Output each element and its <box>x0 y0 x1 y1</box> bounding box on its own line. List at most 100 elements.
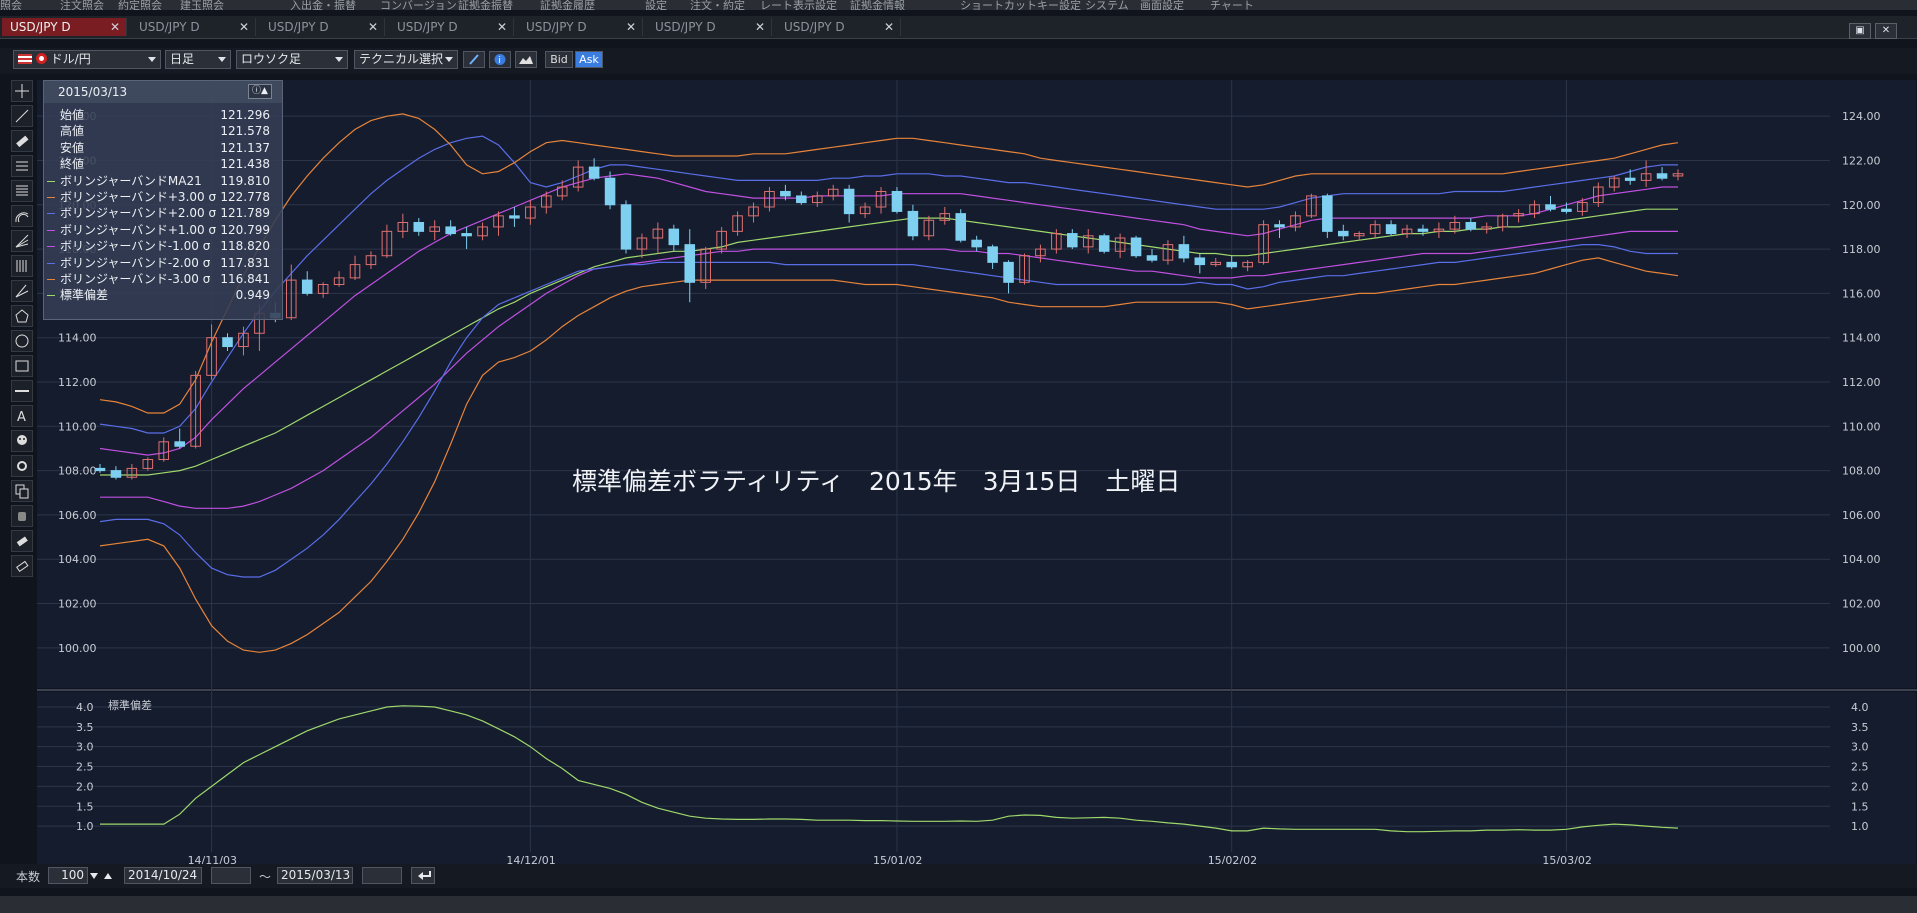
candle-body <box>971 239 982 248</box>
info-label: ボリンジャーバンド-3.00 σ <box>60 271 211 286</box>
y-tick-label: 120.00 <box>1842 199 1881 212</box>
candle-body <box>604 177 616 206</box>
y-tick-label: 118.00 <box>1842 243 1881 256</box>
sub-y-tick-label: 3.0 <box>1851 741 1869 754</box>
info-label: ボリンジャーバンド-2.00 σ <box>60 255 211 270</box>
count-input[interactable]: 100 <box>48 867 88 884</box>
candle-body <box>1178 244 1190 259</box>
series-swatch <box>47 295 55 297</box>
y-tick-label-left: 100.00 <box>58 642 97 655</box>
info-value: 121.789 <box>220 206 270 221</box>
subpanel-label: 標準偏差 <box>108 699 152 712</box>
info-row: 高値 121.578 <box>44 123 282 139</box>
main-panel-bg <box>37 80 1916 688</box>
info-label: 終値 <box>60 157 85 172</box>
y-tick-label: 122.00 <box>1842 154 1881 167</box>
info-value: 121.137 <box>220 140 270 155</box>
info-value: 117.831 <box>220 255 270 270</box>
series-swatch <box>47 213 55 215</box>
candle-body <box>588 166 600 179</box>
info-label: ボリンジャーバンド+2.00 σ <box>60 206 217 221</box>
series-swatch <box>47 196 55 198</box>
y-tick-label-left: 104.00 <box>58 553 97 566</box>
range-bar: 本数 100 2014/10/24 ～ 2015/03/13 <box>0 864 1917 888</box>
info-row: ボリンジャーバンド+1.00 σ 120.799 <box>44 222 282 238</box>
info-label: 安値 <box>60 140 85 155</box>
sub-y-tick-label: 3.5 <box>1851 721 1869 734</box>
sub-y-tick-label-left: 2.0 <box>76 780 94 793</box>
info-value: 121.438 <box>220 157 270 172</box>
candle-body <box>955 213 967 241</box>
candle-body <box>1194 257 1206 266</box>
candle-body <box>668 228 680 246</box>
candle-body <box>780 190 791 197</box>
info-row: 標準偏差 0.949 <box>44 287 282 303</box>
info-row: ボリンジャーバンド-1.00 σ 118.820 <box>44 238 282 254</box>
y-tick-label-left: 110.00 <box>58 420 97 433</box>
candle-body <box>987 246 998 263</box>
candle-body <box>1067 233 1078 248</box>
sub-y-tick-label: 2.0 <box>1851 780 1869 793</box>
candle-body <box>1130 237 1142 257</box>
candle-body <box>1385 224 1397 235</box>
info-toggle-icon[interactable]: ⓘ▲ <box>248 84 272 99</box>
candle-body <box>1322 195 1333 232</box>
price-chart[interactable]: 124.00124.00122.00122.00120.00120.00118.… <box>0 0 1917 913</box>
candle-body <box>413 221 425 232</box>
sub-y-tick-label-left: 3.5 <box>76 721 94 734</box>
sub-y-tick-label-left: 1.0 <box>76 820 94 833</box>
info-row: 安値 121.137 <box>44 140 282 156</box>
sub-y-tick-label-left: 2.5 <box>76 761 94 774</box>
candle-body <box>174 441 185 447</box>
info-header: 2015/03/13 ⓘ▲ <box>44 81 282 103</box>
candle-body <box>843 188 855 215</box>
candle-body <box>1624 177 1636 181</box>
to-date-input[interactable]: 2015/03/13 <box>277 867 353 884</box>
info-value: 121.578 <box>220 124 270 139</box>
candle-body <box>1226 261 1237 268</box>
y-tick-label-left: 112.00 <box>58 376 97 389</box>
y-tick-label: 108.00 <box>1842 465 1881 478</box>
count-down-icon[interactable] <box>88 868 100 883</box>
candle-body <box>1146 255 1158 261</box>
sub-y-tick-label-left: 4.0 <box>76 701 94 714</box>
y-tick-label: 124.00 <box>1842 110 1881 123</box>
info-label: ボリンジャーバンド+1.00 σ <box>60 222 217 237</box>
y-tick-label: 102.00 <box>1842 598 1881 611</box>
count-up-icon[interactable] <box>102 868 114 883</box>
sub-y-tick-label: 1.5 <box>1851 800 1869 813</box>
info-value: 119.810 <box>220 173 270 188</box>
to-time-input[interactable] <box>362 867 402 884</box>
candle-body <box>222 337 233 348</box>
sub-y-tick-label-left: 3.0 <box>76 741 94 754</box>
y-tick-label-left: 108.00 <box>58 465 97 478</box>
sub-y-tick-label: 1.0 <box>1851 820 1869 833</box>
series-swatch <box>47 246 55 248</box>
candle-body <box>891 190 903 212</box>
info-row: ボリンジャーバンド-2.00 σ 117.831 <box>44 255 282 271</box>
info-date: 2015/03/13 <box>58 85 128 99</box>
info-value: 120.799 <box>220 222 270 237</box>
y-tick-label: 112.00 <box>1842 376 1881 389</box>
status-bar <box>0 896 1917 913</box>
candle-body <box>796 195 807 204</box>
y-tick-label: 116.00 <box>1842 287 1881 300</box>
candle-body <box>1337 230 1349 237</box>
y-tick-label: 114.00 <box>1842 332 1881 345</box>
from-date-input[interactable]: 2014/10/24 <box>124 867 202 884</box>
series-swatch <box>47 229 55 231</box>
info-row: ボリンジャーバンドMA21 119.810 <box>44 173 282 189</box>
y-tick-label: 110.00 <box>1842 420 1881 433</box>
return-icon[interactable] <box>411 867 435 884</box>
range-tilde: ～ <box>259 870 272 884</box>
candle-body <box>1098 235 1110 252</box>
count-label: 本数 <box>16 870 41 884</box>
chart-annotation: 標準偏差ボラティリティ 2015年 3月15日 土曜日 <box>572 467 1181 496</box>
info-value: 116.841 <box>220 271 270 286</box>
info-label: ボリンジャーバンドMA21 <box>60 173 202 188</box>
info-label: ボリンジャーバンド-1.00 σ <box>60 239 211 254</box>
candle-body <box>1465 221 1477 230</box>
y-tick-label: 100.00 <box>1842 642 1881 655</box>
info-label: 標準偏差 <box>60 288 109 303</box>
from-time-input[interactable] <box>211 867 251 884</box>
